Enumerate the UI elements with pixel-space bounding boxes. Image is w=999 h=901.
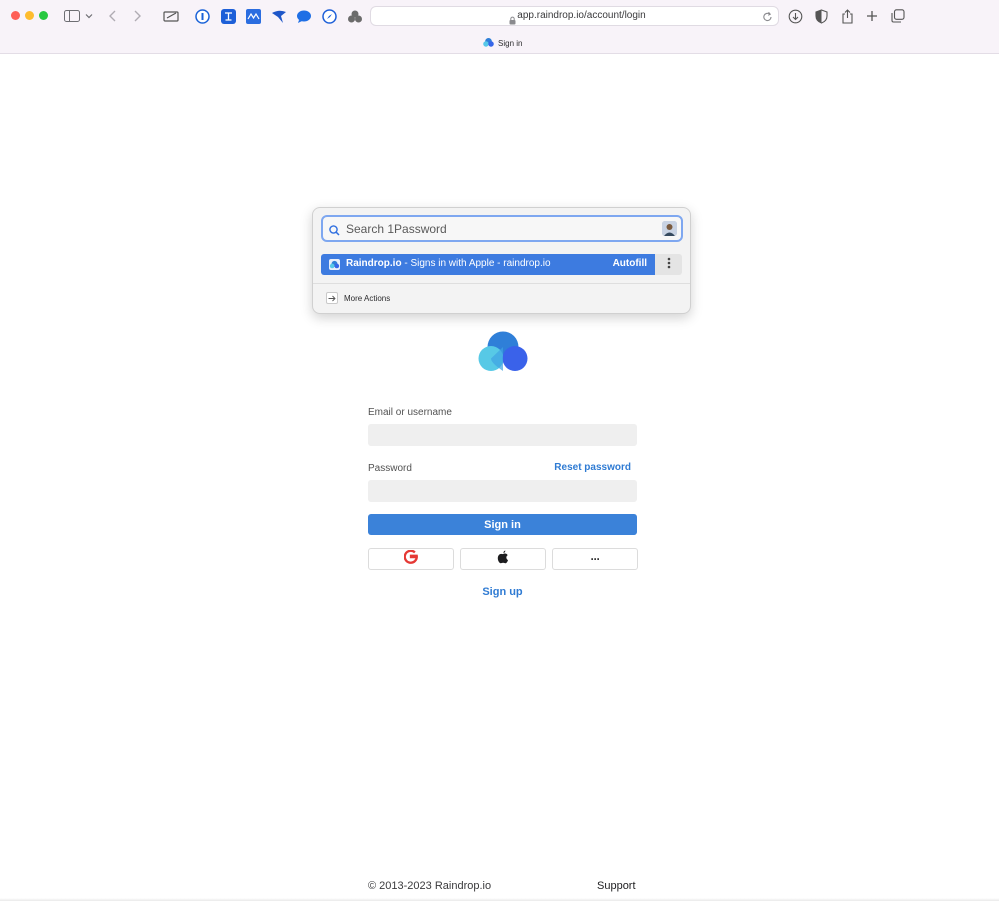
- minimize-window-button[interactable]: [25, 11, 34, 20]
- raindrop-favicon-icon: [483, 38, 494, 49]
- close-window-button[interactable]: [11, 11, 20, 20]
- arrow-right-icon: [326, 292, 338, 304]
- account-avatar-icon[interactable]: [662, 221, 677, 236]
- bird-extension-icon[interactable]: [270, 7, 288, 25]
- footer-copyright: © 2013-2023 Raindrop.io: [368, 880, 492, 892]
- back-icon[interactable]: [104, 7, 122, 25]
- apple-icon: [497, 550, 509, 569]
- 1password-popup: Search 1Password Raindrop.io - Signs in …: [312, 207, 691, 314]
- privacy-shield-icon[interactable]: [812, 7, 830, 25]
- search-placeholder: Search 1Password: [346, 222, 447, 236]
- chat-extension-icon[interactable]: [295, 7, 313, 25]
- sign-up-link[interactable]: Sign up: [368, 586, 637, 598]
- sidebar-toggle-icon[interactable]: [63, 7, 81, 25]
- zoom-window-button[interactable]: [39, 11, 48, 20]
- downloads-icon[interactable]: [786, 7, 804, 25]
- 1password-extension-icon[interactable]: [193, 7, 211, 25]
- extension-editor-icon[interactable]: [163, 7, 181, 25]
- compass-extension-icon[interactable]: [320, 7, 338, 25]
- autofill-button[interactable]: Autofill: [613, 258, 647, 269]
- more-actions-label: More Actions: [344, 293, 391, 303]
- raindrop-logo: [478, 331, 530, 373]
- active-tab[interactable]: Sign in: [483, 38, 522, 49]
- browser-toolbar: app.raindrop.io/account/login Sign in: [0, 0, 999, 54]
- sign-in-button[interactable]: Sign in: [368, 514, 637, 535]
- share-icon[interactable]: [838, 7, 856, 25]
- url-text: app.raindrop.io/account/login: [517, 10, 646, 21]
- password-field[interactable]: [368, 480, 637, 502]
- email-label: Email or username: [368, 407, 452, 418]
- login-item-icon: [329, 259, 340, 270]
- more-actions-button[interactable]: More Actions: [326, 292, 390, 304]
- search-icon: [329, 223, 340, 241]
- tab-bar: Sign in: [0, 34, 999, 53]
- divider: [313, 283, 690, 284]
- tab-overview-icon[interactable]: [889, 7, 907, 25]
- new-tab-icon[interactable]: [863, 7, 881, 25]
- 1password-login-item[interactable]: Raindrop.io - Signs in with Apple - rain…: [321, 254, 655, 275]
- grid-extension-icon[interactable]: [244, 7, 262, 25]
- more-providers-button[interactable]: ···: [552, 548, 638, 570]
- apple-sign-in-button[interactable]: [460, 548, 546, 570]
- address-bar[interactable]: app.raindrop.io/account/login: [370, 6, 779, 26]
- translate-extension-icon[interactable]: [219, 7, 237, 25]
- login-item-name: Raindrop.io: [346, 258, 402, 269]
- email-field[interactable]: [368, 424, 637, 446]
- 1password-search-input[interactable]: Search 1Password: [321, 215, 683, 242]
- tab-title: Sign in: [498, 39, 523, 48]
- forward-icon[interactable]: [128, 7, 146, 25]
- cluster-extension-icon[interactable]: [346, 7, 364, 25]
- google-sign-in-button[interactable]: [368, 548, 454, 570]
- login-item-detail: - Signs in with Apple - raindrop.io: [401, 258, 551, 269]
- more-providers-label: ···: [590, 552, 601, 566]
- reload-icon[interactable]: [762, 10, 773, 28]
- item-options-button[interactable]: [655, 254, 682, 275]
- kebab-menu-icon: [667, 256, 671, 274]
- google-icon: [403, 549, 418, 569]
- footer-support-link[interactable]: Support: [597, 880, 636, 892]
- login-item-title: Raindrop.io - Signs in with Apple - rain…: [346, 258, 551, 269]
- password-label: Password: [368, 463, 412, 474]
- chevron-down-icon[interactable]: [83, 7, 95, 25]
- reset-password-link[interactable]: Reset password: [554, 462, 631, 473]
